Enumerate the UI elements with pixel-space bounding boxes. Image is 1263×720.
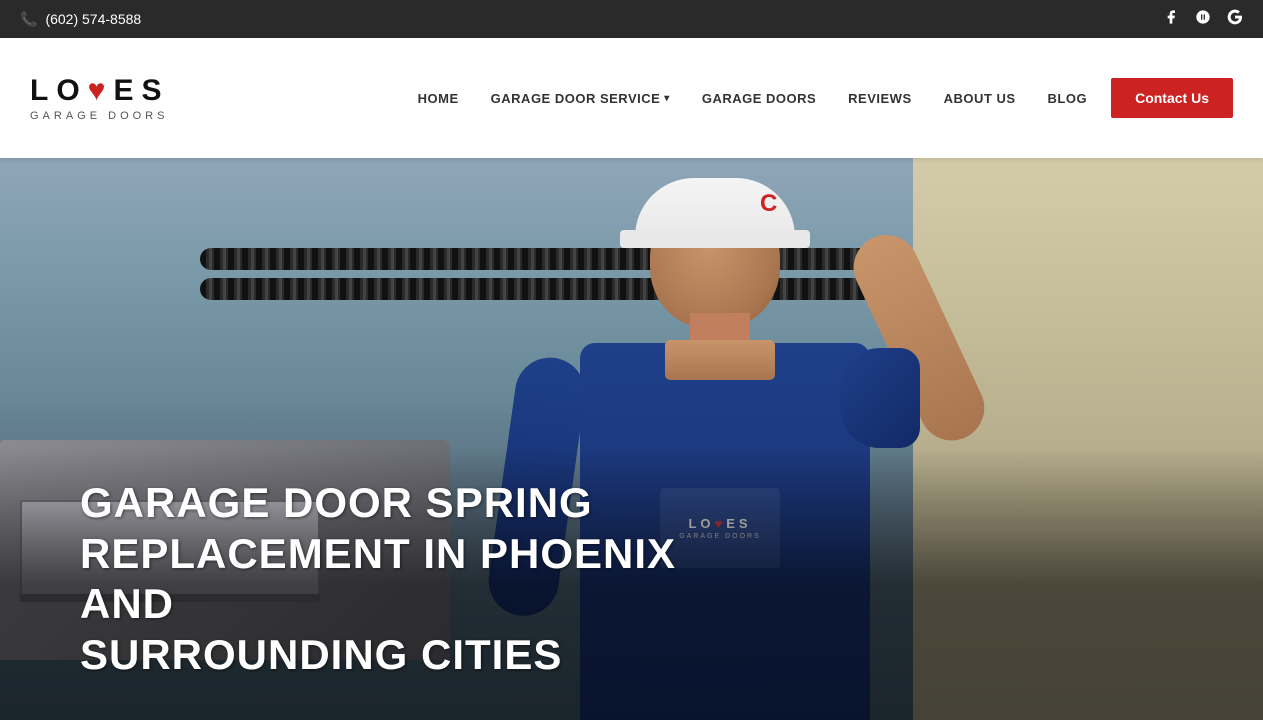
spring-coil-2 [200,278,900,300]
google-icon[interactable] [1227,9,1243,30]
facebook-icon[interactable] [1163,9,1179,30]
social-links [1163,9,1243,30]
nav-garage-door-service[interactable]: GARAGE DOOR SERVICE ▾ [475,91,686,106]
person-collar [665,340,775,380]
cap-logo: C [760,190,785,220]
logo-text: LO♥ES [30,74,170,108]
spring-coils-container [200,248,900,303]
nav-reviews[interactable]: REVIEWS [832,91,927,106]
chevron-down-icon: ▾ [664,93,670,104]
nav-about-us[interactable]: ABOUT US [928,91,1032,106]
nav-blog[interactable]: BLOG [1032,91,1104,106]
header: LO♥ES GARAGE DOORS HOME GARAGE DOOR SERV… [0,38,1263,158]
phone-icon: 📞 [20,11,37,28]
logo[interactable]: LO♥ES GARAGE DOORS [30,74,170,122]
person-cap-brim [620,230,810,248]
logo-subtitle: GARAGE DOORS [30,110,168,122]
nav-home[interactable]: HOME [402,91,475,106]
top-bar: 📞 (602) 574-8588 [0,0,1263,38]
hero-section: C LO♥ES GARAGE DOORS GARAGE DOOR SPRING … [0,158,1263,720]
person-shoulder-right [840,348,920,448]
hero-heading: GARAGE DOOR SPRING REPLACEMENT IN PHOENI… [80,478,780,680]
main-nav: HOME GARAGE DOOR SERVICE ▾ GARAGE DOORS … [402,78,1233,118]
nav-garage-doors[interactable]: GARAGE DOORS [686,91,832,106]
hero-text-overlay: GARAGE DOOR SPRING REPLACEMENT IN PHOENI… [0,448,1263,720]
spring-coil-1 [200,248,900,270]
contact-us-button[interactable]: Contact Us [1111,78,1233,118]
yelp-icon[interactable] [1195,9,1211,30]
phone-number[interactable]: 📞 (602) 574-8588 [20,11,141,28]
